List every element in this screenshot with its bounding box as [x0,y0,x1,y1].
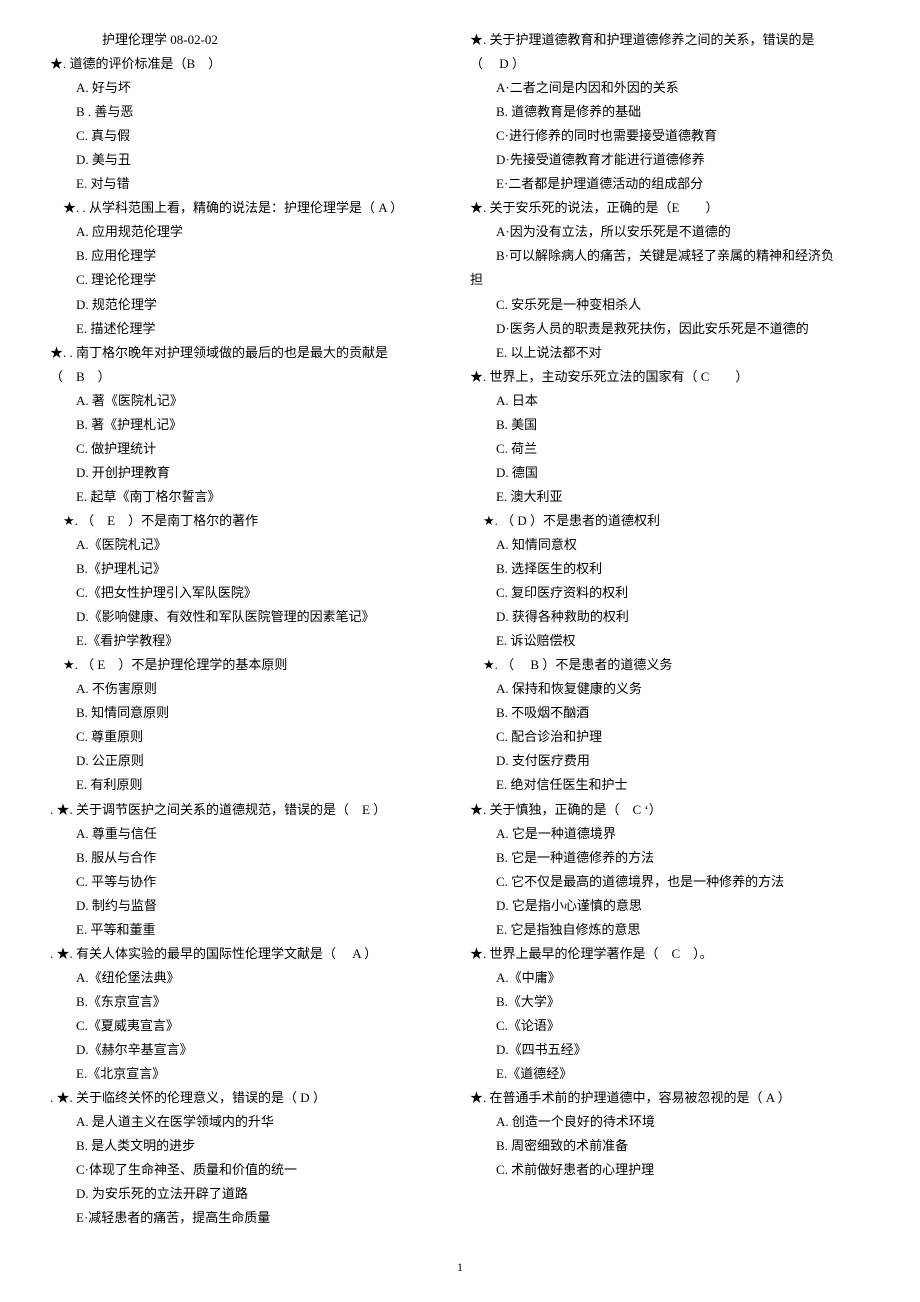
option: A. 好与坏 [50,76,450,100]
option: B. 是人类文明的进步 [50,1134,450,1158]
option: B.《大学》 [470,990,870,1014]
option: A. 是人道主义在医学领域内的升华 [50,1110,450,1134]
option: B. 应用伦理学 [50,244,450,268]
option: D.《影响健康、有效性和军队医院管理的因素笔记》 [50,605,450,629]
option: C. 它不仅是最高的道德境界，也是一种修养的方法 [470,870,870,894]
option: B. 知情同意原则 [50,701,450,725]
option: D. 获得各种救助的权利 [470,605,870,629]
option: D. 德国 [470,461,870,485]
question-stem: . ★. 有关人体实验的最早的国际性伦理学文献是（ A ） [50,942,450,966]
option: B. 道德教育是修养的基础 [470,100,870,124]
option: D. 为安乐死的立法开辟了道路 [50,1182,450,1206]
option: D·先接受道德教育才能进行道德修养 [470,148,870,172]
option: C. 做护理统计 [50,437,450,461]
question-stem: ★. 世界上最早的伦理学著作是（ C ）。 [470,942,870,966]
option: B.《东京宣言》 [50,990,450,1014]
option: D. 制约与监督 [50,894,450,918]
option: E. 澳大利亚 [470,485,870,509]
option: C. 术前做好患者的心理护理 [470,1158,870,1182]
question-stem: . ★. 关于调节医护之间关系的道德规范，错误的是（ E ） [50,798,450,822]
option: C. 配合诊治和护理 [470,725,870,749]
option: E. 起草《南丁格尔誓言》 [50,485,450,509]
question-stem: ★. . 从学科范围上看，精确的说法是：护理伦理学是（ A ） [50,196,450,220]
option: E·减轻患者的痛苦，提高生命质量 [50,1206,450,1230]
option: E.《道德经》 [470,1062,870,1086]
option: D. 开创护理教育 [50,461,450,485]
option: A. 不伤害原则 [50,677,450,701]
option: D. 它是指小心谨慎的意思 [470,894,870,918]
option: A. 著《医院札记》 [50,389,450,413]
option: E. 有利原则 [50,773,450,797]
option: B·可以解除病人的痛苦，关键是减轻了亲属的精神和经济负 [470,244,870,268]
option: C.《夏威夷宣言》 [50,1014,450,1038]
option: C·进行修养的同时也需要接受道德教育 [470,124,870,148]
option: E. 它是指独自修炼的意思 [470,918,870,942]
option: B. 周密细致的术前准备 [470,1134,870,1158]
question-stem: ★. 世界上，主动安乐死立法的国家有（ C ） [470,365,870,389]
option: C. 理论伦理学 [50,268,450,292]
option: B. 服从与合作 [50,846,450,870]
option: A. 保持和恢复健康的义务 [470,677,870,701]
option: D.《四书五经》 [470,1038,870,1062]
option: C.《把女性护理引入军队医院》 [50,581,450,605]
doc-title: 护理伦理学 08-02-02 [50,28,450,52]
option: D.《赫尔辛基宣言》 [50,1038,450,1062]
option: C. 尊重原则 [50,725,450,749]
option: B . 善与恶 [50,100,450,124]
option: A. 它是一种道德境界 [470,822,870,846]
option: D. 公正原则 [50,749,450,773]
option: E. 以上说法都不对 [470,341,870,365]
option: A. 创造一个良好的待术环境 [470,1110,870,1134]
option: B. 美国 [470,413,870,437]
option: D. 规范伦理学 [50,293,450,317]
question-stem: ★. （ D ）不是患者的道德权利 [470,509,870,533]
option: B. 它是一种道德修养的方法 [470,846,870,870]
option: D·医务人员的职责是救死扶伤，因此安乐死是不道德的 [470,317,870,341]
question-stem: ★. （ E ）不是护理伦理学的基本原则 [50,653,450,677]
option: C. 真与假 [50,124,450,148]
option: B.《护理札记》 [50,557,450,581]
option: A.《医院札记》 [50,533,450,557]
option: A·二者之间是内因和外因的关系 [470,76,870,100]
option: E.《北京宣言》 [50,1062,450,1086]
option: E·二者都是护理道德活动的组成部分 [470,172,870,196]
question-stem: ★. 关于安乐死的说法，正确的是（E ） [470,196,870,220]
option: E.《看护学教程》 [50,629,450,653]
option: B. 不吸烟不酗酒 [470,701,870,725]
option-cont: 担 [470,268,870,292]
option: A.《中庸》 [470,966,870,990]
option: C. 荷兰 [470,437,870,461]
option: E. 描述伦理学 [50,317,450,341]
option: E. 诉讼赔偿权 [470,629,870,653]
option: D. 美与丑 [50,148,450,172]
option: A. 尊重与信任 [50,822,450,846]
option: C. 平等与协作 [50,870,450,894]
option: E. 对与错 [50,172,450,196]
question-stem: ★. 关于慎独，正确的是（ C ‘） [470,798,870,822]
question-stem: ★. （ B ）不是患者的道德义务 [470,653,870,677]
option: E. 绝对信任医生和护士 [470,773,870,797]
option: A.《纽伦堡法典》 [50,966,450,990]
question-stem-cont: （ D ） [470,52,870,76]
question-stem: ★. 关于护理道德教育和护理道德修养之间的关系，错误的是 [470,28,870,52]
question-stem: ★. . 南丁格尔晚年对护理领域做的最后的也是最大的贡献是 [50,341,450,365]
option: C. 复印医疗资料的权利 [470,581,870,605]
question-stem: ★. 在普通手术前的护理道德中，容易被忽视的是（ A ） [470,1086,870,1110]
option: D. 支付医疗费用 [470,749,870,773]
option: C.《论语》 [470,1014,870,1038]
option: C·体现了生命神圣、质量和价值的统一 [50,1158,450,1182]
option: E. 平等和董重 [50,918,450,942]
page-number: 1 [50,1256,870,1278]
option: B. 著《护理札记》 [50,413,450,437]
question-stem: ★. 道德的评价标准是（B ） [50,52,450,76]
option: A. 知情同意权 [470,533,870,557]
option: A. 日本 [470,389,870,413]
option: B. 选择医生的权利 [470,557,870,581]
question-stem-cont: （ B ） [50,365,450,389]
option: A. 应用规范伦理学 [50,220,450,244]
option: C. 安乐死是一种变相杀人 [470,293,870,317]
question-stem: ★. （ E ）不是南丁格尔的著作 [50,509,450,533]
question-stem: . ★. 关于临终关怀的伦理意义，错误的是（ D ） [50,1086,450,1110]
option: A·因为没有立法，所以安乐死是不道德的 [470,220,870,244]
